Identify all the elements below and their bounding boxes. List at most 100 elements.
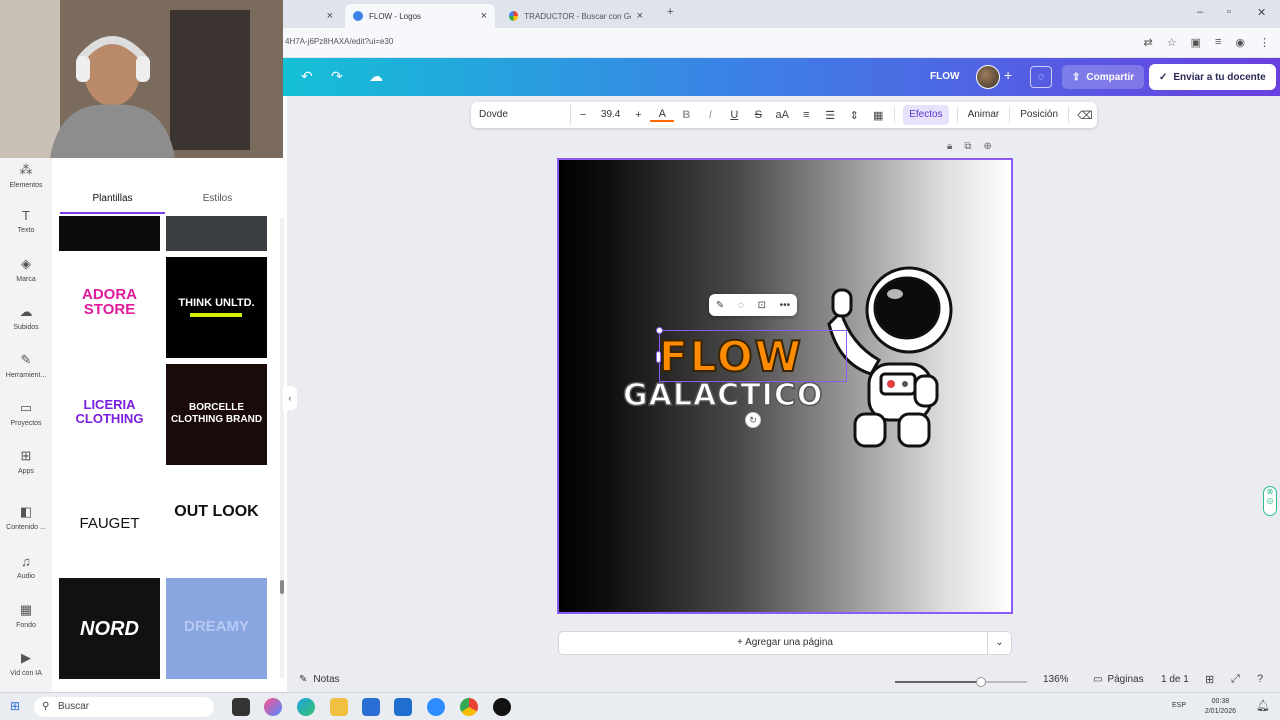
animate-button[interactable]: Animar	[962, 102, 1006, 128]
comment-button[interactable]: ◌	[1030, 66, 1052, 88]
address-bar[interactable]: 4H7A-j6Pz8HAXA/edit?ui=e30 ⇄ ☆ ▣ ≡ ◉ ⋮	[283, 28, 1280, 58]
zoom-level[interactable]: 136%	[1043, 674, 1069, 685]
assistant-icon[interactable]: ◎	[1267, 496, 1274, 505]
notifications-icon[interactable]: 🔔︎	[1256, 699, 1270, 712]
side-assistant-tab[interactable]: ⊗ ◎	[1263, 486, 1277, 516]
sidebar-item-text[interactable]: T Texto	[0, 208, 52, 234]
redo-icon[interactable]: ↷	[331, 68, 343, 85]
edge-icon[interactable]	[297, 698, 315, 716]
file-explorer-icon[interactable]	[330, 698, 348, 716]
sidebar-item-uploads[interactable]: ☁ Subidos	[0, 304, 52, 331]
close-icon[interactable]: ⊗	[1267, 487, 1274, 496]
add-collaborator-icon[interactable]: +	[1004, 67, 1012, 83]
zoom-slider[interactable]	[895, 677, 1027, 687]
tab-search-icon[interactable]: ≡	[1215, 36, 1221, 49]
extensions-icon[interactable]: ▣	[1191, 36, 1201, 49]
maximize-icon[interactable]: ▫	[1227, 6, 1231, 18]
chrome-icon[interactable]	[460, 698, 478, 716]
template-card-borcelle[interactable]: BORCELLE CLOTHING BRAND	[166, 364, 267, 465]
sidebar-item-background[interactable]: ▦ Fondo	[0, 602, 52, 629]
template-card[interactable]	[166, 216, 267, 251]
taskbar-search[interactable]: ⚲ Buscar	[34, 697, 214, 717]
cloud-save-icon[interactable]: ☁	[369, 68, 383, 85]
scrollbar-thumb[interactable]	[280, 580, 284, 594]
avatar[interactable]	[976, 65, 1000, 89]
template-card-fauget[interactable]: FAUGET	[59, 471, 160, 572]
chatgpt-icon[interactable]	[493, 698, 511, 716]
letter-case-button[interactable]: aA	[770, 109, 794, 121]
system-clock[interactable]: 00:38 2/01/2026	[1205, 697, 1236, 717]
store-icon[interactable]	[362, 698, 380, 716]
font-size-increase[interactable]: +	[626, 109, 650, 121]
paint-format-icon[interactable]: ⌫	[1073, 109, 1097, 122]
template-card-adora[interactable]: ADORA STORE	[59, 257, 160, 358]
design-canvas[interactable]: FLOW GALACTICO ✎ ◌ ⊡ ••• ↻	[557, 158, 1013, 614]
profile-icon[interactable]: ◉	[1235, 36, 1245, 49]
template-card-dreamy[interactable]: DREAMY	[166, 578, 267, 679]
template-card-nord[interactable]: NORD	[59, 578, 160, 679]
sidebar-item-projects[interactable]: ▭ Proyectos	[0, 400, 52, 427]
notes-button[interactable]: ✎ Notas	[299, 674, 340, 685]
font-size-input[interactable]: 39.4	[595, 102, 626, 128]
magic-edit-icon[interactable]: ✎	[716, 300, 724, 311]
sidebar-item-apps[interactable]: ⊞ Apps	[0, 448, 52, 475]
resize-handle[interactable]	[656, 351, 661, 363]
font-family-dropdown[interactable]: Dovde	[475, 105, 571, 125]
close-icon[interactable]: ×	[327, 10, 333, 22]
close-icon[interactable]: ×	[637, 10, 643, 22]
bookmark-star-icon[interactable]: ☆	[1167, 36, 1177, 49]
translate-icon[interactable]: ⇄	[1143, 36, 1152, 49]
align-center-icon[interactable]: ≡	[794, 109, 818, 121]
tab-plantillas[interactable]: Plantillas	[60, 188, 165, 214]
effects-button[interactable]: Efectos	[903, 105, 949, 125]
underline-button[interactable]: U	[722, 109, 746, 121]
browser-menu-icon[interactable]: ⋮	[1259, 36, 1270, 49]
duplicate-page-icon[interactable]: ⧉	[964, 141, 971, 152]
sidebar-item-audio[interactable]: ♫ Audio	[0, 554, 52, 580]
undo-icon[interactable]: ↶	[301, 68, 313, 85]
template-card-think[interactable]: THINK UNLTD.	[166, 257, 267, 358]
tab-flow-logos[interactable]: FLOW - Logos ×	[345, 4, 495, 28]
chevron-down-icon[interactable]: ⌄	[987, 632, 1011, 654]
zoom-slider-knob[interactable]	[975, 677, 986, 687]
galactico-subtitle-text[interactable]: GALACTICO	[622, 377, 823, 414]
minimize-icon[interactable]: –	[1197, 6, 1203, 18]
close-window-icon[interactable]: ✕	[1257, 6, 1266, 19]
sidebar-item-ai-video[interactable]: ▶ Vid con IA	[0, 650, 52, 677]
spacing-icon[interactable]: ⇕	[842, 109, 866, 122]
fullscreen-icon[interactable]: ⤢	[1231, 673, 1240, 686]
sidebar-item-tools[interactable]: ✎ Herramient...	[0, 352, 52, 379]
bold-button[interactable]: B	[674, 109, 698, 121]
lock-icon[interactable]: ⊡	[758, 300, 766, 311]
sidebar-item-brand[interactable]: ◈ Marca	[0, 256, 52, 283]
text-color-button[interactable]: A	[650, 108, 675, 122]
tab-close-prev[interactable]: ×	[285, 4, 341, 28]
pages-button[interactable]: ▭ Páginas	[1093, 674, 1144, 685]
comment-icon[interactable]: ◌	[738, 300, 744, 311]
grid-view-icon[interactable]: ⊞	[1205, 673, 1214, 686]
transparency-icon[interactable]: ▦	[866, 109, 890, 122]
add-page-icon[interactable]: ⊕	[983, 141, 991, 152]
sidebar-item-elements[interactable]: ⁂ Elementos	[0, 162, 52, 189]
tab-estilos[interactable]: Estilos	[165, 188, 270, 214]
windows-start-icon[interactable]: ⊞	[10, 699, 20, 713]
close-icon[interactable]: ×	[481, 10, 487, 22]
lock-icon[interactable]: 🔒︎	[947, 141, 952, 152]
sidebar-item-content[interactable]: ◧ Contenido ...	[0, 504, 52, 531]
panel-scrollbar[interactable]	[280, 218, 284, 678]
font-size-decrease[interactable]: −	[571, 109, 595, 121]
resize-handle[interactable]	[656, 327, 663, 334]
strikethrough-button[interactable]: S	[746, 109, 770, 121]
tab-traductor[interactable]: TRADUCTOR - Buscar con Goo ×	[501, 4, 651, 28]
send-to-teacher-button[interactable]: ✓ Enviar a tu docente	[1149, 64, 1276, 90]
add-page-button[interactable]: + Agregar una página ⌄	[558, 631, 1012, 655]
mail-icon[interactable]	[394, 698, 412, 716]
new-tab-icon[interactable]: +	[667, 6, 673, 18]
share-button[interactable]: ⇪ Compartir	[1062, 65, 1145, 89]
collapse-panel-button[interactable]: ‹	[283, 386, 297, 410]
rotate-handle[interactable]: ↻	[745, 412, 761, 428]
language-indicator[interactable]: ESP	[1172, 702, 1186, 709]
zoom-app-icon[interactable]	[427, 698, 445, 716]
template-card-outlook[interactable]: OUT LOOK	[166, 471, 267, 572]
list-icon[interactable]: ☰	[818, 109, 842, 122]
